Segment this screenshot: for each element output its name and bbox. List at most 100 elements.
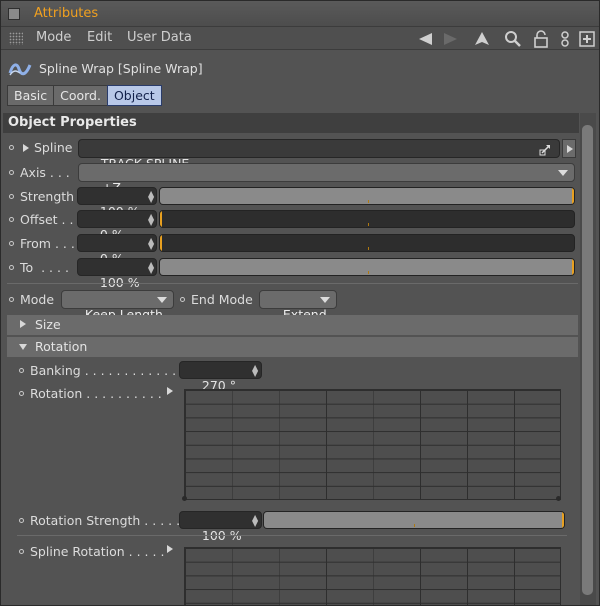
end-mode-label: End Mode bbox=[191, 292, 253, 307]
spline-link-field[interactable]: TRACK SPLINE bbox=[78, 139, 560, 171]
title-bar: Attributes bbox=[1, 1, 599, 27]
strength-slider-fill bbox=[160, 188, 574, 204]
from-input[interactable]: 0 % bbox=[77, 234, 157, 266]
expand-rotation-curve-icon[interactable] bbox=[167, 387, 173, 395]
expand-spline-icon[interactable] bbox=[23, 144, 29, 152]
offset-slider-mid-tick bbox=[368, 223, 369, 226]
object-title: Spline Wrap [Spline Wrap] bbox=[39, 61, 203, 76]
rotation-graph-end-point[interactable] bbox=[556, 496, 561, 501]
object-header: Spline Wrap [Spline Wrap] bbox=[1, 51, 599, 83]
slider-handle[interactable] bbox=[562, 512, 564, 528]
panel-close-checkbox[interactable] bbox=[8, 8, 20, 20]
slider-handle[interactable] bbox=[572, 188, 574, 204]
scrollbar-thumb[interactable] bbox=[582, 125, 593, 595]
animate-dot-spline[interactable] bbox=[9, 145, 14, 150]
attributes-panel: Attributes Mode Edit User Data Spline Wr… bbox=[0, 0, 600, 606]
animate-dot-to[interactable] bbox=[9, 265, 14, 270]
to-slider-mid-tick bbox=[368, 271, 369, 274]
tab-coord[interactable]: Coord. bbox=[53, 85, 108, 106]
offset-slider-handle[interactable] bbox=[160, 211, 162, 227]
spline-rotation-label: Spline Rotation . . . . . bbox=[30, 544, 165, 559]
from-stepper[interactable]: ▲ ▼ bbox=[148, 237, 154, 251]
strength-slider-mid-tick bbox=[368, 200, 369, 203]
spline-wrap-icon bbox=[8, 63, 32, 76]
window-title: Attributes bbox=[34, 6, 99, 21]
rotation-strength-slider[interactable] bbox=[263, 511, 565, 529]
animate-dot-spline-rotation[interactable] bbox=[19, 549, 24, 554]
pick-object-icon[interactable] bbox=[539, 142, 553, 156]
spline-menu-arrow-icon bbox=[567, 145, 573, 153]
arrow-left-icon[interactable] bbox=[417, 30, 435, 48]
rotation-strength-stepper[interactable]: ▲ ▼ bbox=[252, 514, 258, 528]
menu-bar: Mode Edit User Data bbox=[1, 27, 599, 50]
rotation-strength-label: Rotation Strength . . . . . bbox=[30, 513, 181, 528]
mode-dropdown[interactable]: Keep Length bbox=[61, 290, 174, 322]
axis-label: Axis . . . bbox=[20, 165, 70, 180]
animate-dot-strength[interactable] bbox=[9, 194, 14, 199]
chevron-down-icon bbox=[157, 297, 167, 303]
strength-label: Strength bbox=[20, 189, 75, 204]
tab-basic[interactable]: Basic bbox=[7, 85, 55, 106]
chevron-down-icon bbox=[558, 170, 568, 176]
to-slider[interactable] bbox=[159, 258, 575, 276]
to-label: To . . . . bbox=[20, 260, 69, 275]
animate-dot-from[interactable] bbox=[9, 241, 14, 246]
expand-size-icon bbox=[20, 320, 26, 328]
animate-dot-axis[interactable] bbox=[9, 170, 14, 175]
to-stepper[interactable]: ▲ ▼ bbox=[148, 261, 154, 275]
divider bbox=[17, 535, 567, 536]
spline-label: Spline bbox=[34, 140, 73, 155]
menu-user-data[interactable]: User Data bbox=[127, 30, 192, 45]
arrow-right-icon[interactable] bbox=[441, 30, 459, 48]
rotation-spline-graph[interactable] bbox=[182, 389, 561, 501]
section-object-properties: Object Properties bbox=[3, 113, 579, 133]
offset-stepper[interactable]: ▲ ▼ bbox=[148, 213, 154, 227]
search-icon[interactable] bbox=[504, 30, 522, 48]
menu-edit[interactable]: Edit bbox=[87, 30, 112, 45]
animate-dot-banking[interactable] bbox=[19, 368, 24, 373]
rotation-strength-input[interactable]: 100 % bbox=[179, 511, 262, 543]
banking-input[interactable]: 270 ° bbox=[179, 361, 262, 393]
end-mode-dropdown[interactable]: Extend bbox=[259, 290, 337, 322]
strength-stepper[interactable]: ▲ ▼ bbox=[148, 190, 154, 204]
divider bbox=[7, 283, 578, 284]
from-slider-mid-tick bbox=[368, 247, 369, 250]
group-size[interactable]: Size bbox=[7, 315, 578, 335]
new-panel-icon[interactable] bbox=[578, 30, 596, 48]
arrow-up-icon[interactable] bbox=[473, 30, 491, 48]
group-size-label: Size bbox=[35, 317, 61, 332]
collapse-rotation-icon bbox=[19, 344, 27, 350]
rotation-graph-start-point[interactable] bbox=[182, 496, 187, 501]
to-input[interactable]: 100 % bbox=[77, 258, 157, 290]
slider-handle[interactable] bbox=[572, 259, 574, 275]
offset-slider[interactable] bbox=[159, 210, 575, 228]
spline-menu-button[interactable] bbox=[562, 139, 576, 158]
banking-stepper[interactable]: ▲ ▼ bbox=[252, 364, 258, 378]
expand-spline-rotation-icon[interactable] bbox=[167, 545, 173, 553]
tab-object[interactable]: Object bbox=[106, 85, 162, 106]
mode-label: Mode bbox=[20, 292, 55, 307]
strength-slider[interactable] bbox=[159, 187, 575, 205]
axis-dropdown[interactable]: +Z bbox=[78, 163, 575, 195]
spline-rotation-graph[interactable] bbox=[184, 547, 561, 605]
group-rotation[interactable]: Rotation bbox=[7, 337, 578, 357]
grip-icon[interactable] bbox=[9, 32, 23, 45]
from-label: From . . . bbox=[20, 236, 75, 251]
lock-icon[interactable] bbox=[532, 30, 550, 48]
link-icon[interactable] bbox=[556, 30, 574, 48]
from-slider-handle[interactable] bbox=[160, 235, 162, 251]
chevron-down-icon bbox=[320, 297, 330, 303]
tab-bar: Basic Coord. Object bbox=[7, 85, 162, 106]
animate-dot-mode[interactable] bbox=[9, 297, 14, 302]
menu-mode[interactable]: Mode bbox=[36, 30, 71, 45]
to-slider-fill bbox=[160, 259, 574, 275]
animate-dot-end-mode[interactable] bbox=[180, 297, 185, 302]
rotation-curve-label: Rotation . . . . . . . . . . bbox=[30, 386, 162, 401]
strength-input[interactable]: 100 % bbox=[77, 187, 157, 219]
offset-input[interactable]: 0 % bbox=[77, 210, 157, 242]
from-slider[interactable] bbox=[159, 234, 575, 252]
rotation-strength-slider-mid-tick bbox=[414, 524, 415, 527]
animate-dot-rotation-curve[interactable] bbox=[19, 391, 24, 396]
animate-dot-rotation-strength[interactable] bbox=[19, 518, 24, 523]
animate-dot-offset[interactable] bbox=[9, 217, 14, 222]
